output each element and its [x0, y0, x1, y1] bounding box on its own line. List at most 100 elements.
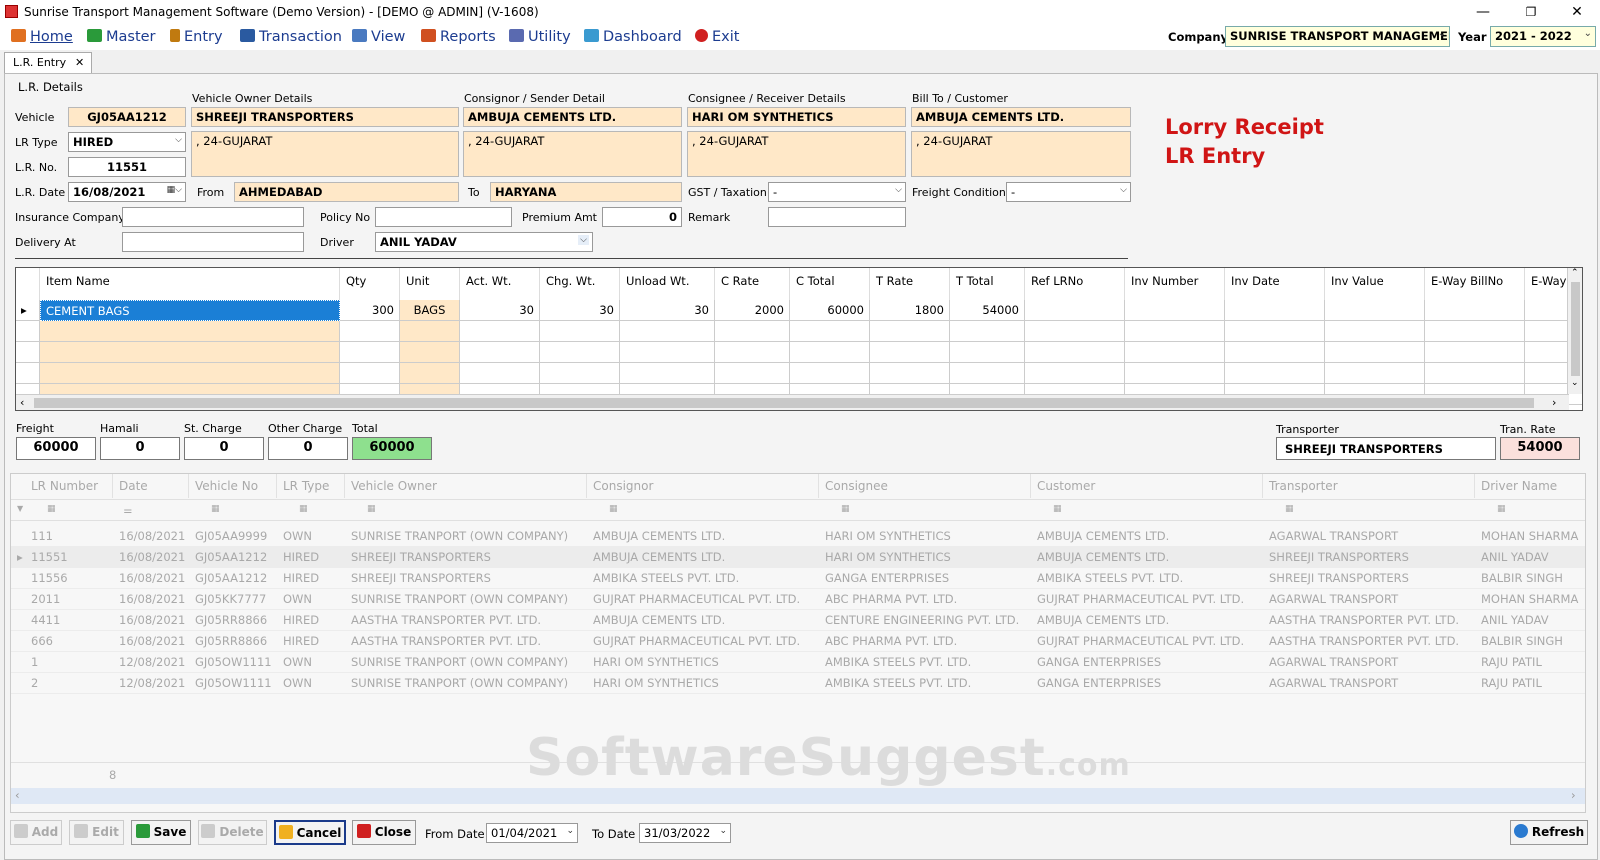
grid-cell[interactable]: 1800: [870, 300, 950, 321]
list-cell[interactable]: HARI OM SYNTHETICS: [587, 652, 819, 673]
grid-cell[interactable]: [620, 321, 715, 342]
lr-type-select[interactable]: HIRED ⌵: [68, 132, 186, 152]
list-cell[interactable]: 1: [25, 652, 113, 673]
list-cell[interactable]: GUJRAT PHARMACEUTICAL PVT. LTD.: [587, 631, 819, 652]
list-cell[interactable]: HARI OM SYNTHETICS: [587, 673, 819, 694]
list-cell[interactable]: HIRED: [277, 568, 345, 589]
policy-field[interactable]: [375, 207, 512, 227]
grid-cell[interactable]: [870, 321, 950, 342]
grid-header[interactable]: Qty: [340, 268, 400, 300]
list-cell[interactable]: GJ05RR8866: [189, 631, 277, 652]
list-cell[interactable]: SHREEJI TRANSPORTERS: [345, 568, 587, 589]
list-cell[interactable]: 16/08/2021: [113, 589, 189, 610]
menu-utility[interactable]: Utility: [509, 27, 571, 47]
scroll-left-icon[interactable]: ‹: [20, 396, 24, 409]
list-header[interactable]: Transporter: [1263, 474, 1475, 498]
list-cell[interactable]: SUNRISE TRANPORT (OWN COMPANY): [345, 526, 587, 547]
grid-cell[interactable]: [1325, 321, 1425, 342]
list-header[interactable]: Vehicle No: [189, 474, 277, 498]
consignee-address-field[interactable]: , 24-GUJARAT: [687, 131, 906, 177]
list-cell[interactable]: GANGA ENTERPRISES: [1031, 673, 1263, 694]
grid-cell[interactable]: [340, 321, 400, 342]
filter-cell-icon[interactable]: ▦: [819, 501, 1031, 522]
cancel-button[interactable]: Cancel: [274, 820, 346, 845]
list-header[interactable]: Date: [113, 474, 189, 498]
filter-cell-icon[interactable]: ▦: [345, 501, 587, 522]
filter-cell-icon[interactable]: ▦: [25, 501, 113, 522]
list-cell[interactable]: AMBUJA CEMENTS LTD.: [1031, 526, 1263, 547]
filter-icon[interactable]: ▼: [11, 501, 25, 522]
list-header[interactable]: Consignor: [587, 474, 819, 498]
scroll-down-icon[interactable]: ⌄: [1571, 378, 1579, 388]
row-indicator[interactable]: [16, 342, 40, 363]
grid-cell[interactable]: [340, 342, 400, 363]
list-header[interactable]: Driver Name: [1475, 474, 1585, 498]
filter-cell-icon[interactable]: ▦: [1475, 501, 1585, 522]
filter-cell-icon[interactable]: ▦: [189, 501, 277, 522]
list-header[interactable]: Customer: [1031, 474, 1263, 498]
list-cell[interactable]: 16/08/2021: [113, 547, 189, 568]
grid-cell[interactable]: [950, 321, 1025, 342]
filter-equals[interactable]: =: [113, 501, 189, 522]
tran-rate-field[interactable]: 54000: [1500, 437, 1580, 460]
menu-home[interactable]: Home: [11, 27, 73, 47]
grid-cell[interactable]: [1225, 342, 1325, 363]
list-cell[interactable]: OWN: [277, 589, 345, 610]
tab-close-icon[interactable]: ✕: [75, 56, 84, 69]
vertical-scrollbar[interactable]: ⌃ ⌄: [1567, 268, 1582, 394]
billto-address-field[interactable]: , 24-GUJARAT: [911, 131, 1131, 177]
grid-cell[interactable]: 30: [540, 300, 620, 321]
horizontal-scrollbar[interactable]: ‹ ›: [16, 394, 1569, 410]
list-cell[interactable]: HARI OM SYNTHETICS: [819, 547, 1031, 568]
list-cell[interactable]: GJ05OW1111: [189, 673, 277, 694]
list-cell[interactable]: 111: [25, 526, 113, 547]
list-cell[interactable]: 4411: [25, 610, 113, 631]
grid-cell[interactable]: [1025, 300, 1125, 321]
list-cell[interactable]: SUNRISE TRANPORT (OWN COMPANY): [345, 589, 587, 610]
scroll-right-icon[interactable]: ›: [1552, 396, 1556, 409]
grid-header[interactable]: Act. Wt.: [460, 268, 540, 300]
row-indicator[interactable]: [16, 363, 40, 384]
list-cell[interactable]: AASTHA TRANSPORTER PVT. LTD.: [1263, 631, 1475, 652]
grid-header[interactable]: C Rate: [715, 268, 790, 300]
refresh-button[interactable]: Refresh: [1510, 820, 1588, 845]
grid-cell[interactable]: [1125, 342, 1225, 363]
list-cell[interactable]: 2011: [25, 589, 113, 610]
filter-cell-icon[interactable]: ▦: [587, 501, 819, 522]
list-cell[interactable]: ANIL YADAV: [1475, 547, 1585, 568]
list-cell[interactable]: SHREEJI TRANSPORTERS: [1263, 547, 1475, 568]
menu-exit[interactable]: Exit: [695, 27, 739, 47]
list-cell[interactable]: GJ05RR8866: [189, 610, 277, 631]
grid-cell[interactable]: [1425, 321, 1525, 342]
grid-cell[interactable]: [460, 342, 540, 363]
company-select[interactable]: SUNRISE TRANSPORT MANAGEMENT ⌄: [1225, 26, 1450, 47]
from-date-picker[interactable]: 01/04/2021 ⌄: [486, 823, 578, 843]
list-cell[interactable]: HIRED: [277, 610, 345, 631]
list-cell[interactable]: BALBIR SINGH: [1475, 631, 1585, 652]
list-cell[interactable]: HIRED: [277, 547, 345, 568]
list-cell[interactable]: AMBUJA CEMENTS LTD.: [587, 526, 819, 547]
list-header[interactable]: Consignee: [819, 474, 1031, 498]
minimize-icon[interactable]: —: [1468, 2, 1498, 22]
grid-cell[interactable]: [400, 363, 460, 384]
menu-entry[interactable]: Entry: [170, 27, 223, 47]
grid-cell[interactable]: [950, 342, 1025, 363]
filter-cell-icon[interactable]: ▦: [277, 501, 345, 522]
list-cell[interactable]: GJ05AA1212: [189, 568, 277, 589]
insurance-field[interactable]: [122, 207, 304, 227]
grid-cell[interactable]: [1425, 342, 1525, 363]
grid-cell[interactable]: 2000: [715, 300, 790, 321]
grid-cell[interactable]: [1325, 342, 1425, 363]
grid-cell[interactable]: [540, 363, 620, 384]
consignor-address-field[interactable]: , 24-GUJARAT: [463, 131, 682, 177]
filter-cell-icon[interactable]: ▦: [1031, 501, 1263, 522]
grid-cell[interactable]: [715, 321, 790, 342]
grid-cell[interactable]: [870, 363, 950, 384]
add-button[interactable]: Add: [10, 820, 62, 845]
list-cell[interactable]: AMBUJA CEMENTS LTD.: [587, 547, 819, 568]
grid-cell[interactable]: 30: [620, 300, 715, 321]
calendar-icon[interactable]: ▦⌵: [167, 185, 182, 195]
grid-cell[interactable]: [620, 342, 715, 363]
to-field[interactable]: HARYANA: [490, 182, 682, 202]
list-cell[interactable]: GANGA ENTERPRISES: [819, 568, 1031, 589]
